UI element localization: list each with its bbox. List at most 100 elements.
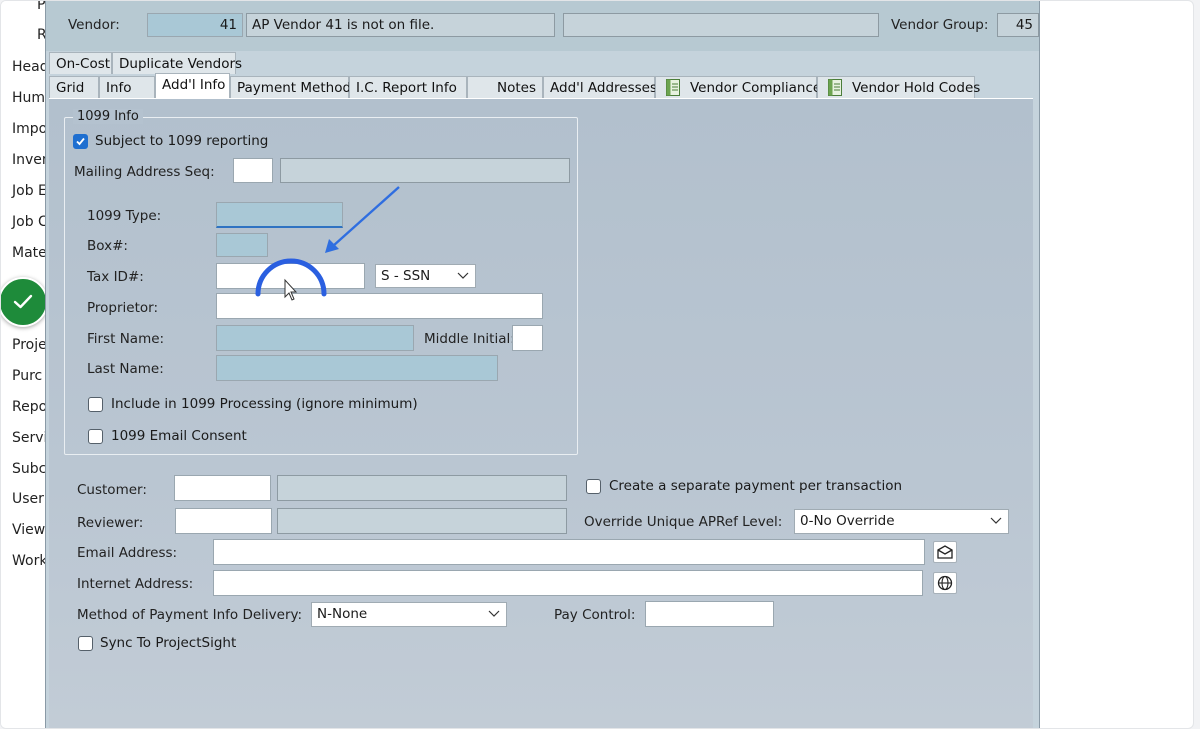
vendor-input[interactable]: 41 [147,13,243,37]
nav-item[interactable]: Purc [12,368,42,384]
last-name-input[interactable] [216,355,498,381]
middle-initial-label: Middle Initial: [424,331,515,347]
vendor-group-input[interactable]: 45 [997,13,1039,37]
box-number-input[interactable] [216,233,268,257]
tab-label: Vendor Compliance [690,80,822,96]
vendor-extra-field [563,13,879,37]
document-icon [828,79,842,96]
tax-id-label: Tax ID#: [87,269,144,285]
payment-delivery-label: Method of Payment Info Delivery: [77,607,303,623]
internet-address-label: Internet Address: [77,576,194,592]
subject-1099-label: Subject to 1099 reporting [95,133,269,149]
email-consent-label: 1099 Email Consent [111,428,247,444]
checkmark-icon [76,137,85,146]
tax-id-input[interactable] [216,263,365,289]
tab-duplicate-vendors[interactable]: Duplicate Vendors [112,52,242,74]
nav-item[interactable]: Mate [12,245,45,261]
nav-item[interactable]: Subc [12,461,45,477]
reviewer-desc [277,508,567,534]
pay-control-input[interactable] [645,601,774,627]
tab-ic-report-info[interactable]: I.C. Report Info [349,76,467,98]
email-address-input[interactable] [213,539,925,565]
tab-label: Vendor Hold Codes [852,80,981,96]
override-apref-select[interactable]: 0-No Override [794,509,1009,534]
chevron-down-icon [488,610,500,617]
mailing-address-desc [280,158,570,183]
nav-item[interactable]: Repo [12,399,45,415]
left-nav: P R Head Hum Impo Inven Job E Job C Mate… [1,1,45,728]
nav-item[interactable]: User [12,491,44,507]
vendor-window: Vendor: 41 AP Vendor 41 is not on file. … [45,1,1040,728]
nav-item[interactable]: Servi [12,430,45,446]
main-tabs: Grid Info Add'l Info Payment Method I.C.… [49,73,1033,99]
internet-address-input[interactable] [213,570,923,596]
nav-item[interactable]: Inven [12,152,45,168]
vendor-header: Vendor: 41 AP Vendor 41 is not on file. … [46,1,1039,51]
include-1099-checkbox[interactable] [88,397,103,412]
proprietor-label: Proprietor: [87,300,159,316]
vendor-label: Vendor: [68,17,120,33]
check-badge-icon [1,277,48,327]
box-number-label: Box#: [87,238,128,254]
addl-info-panel: 1099 Info Subject to 1099 reporting Mail… [49,98,1033,728]
mailing-address-label: Mailing Address Seq: [74,164,215,180]
tab-vendor-hold-codes[interactable]: Vendor Hold Codes [817,76,980,98]
vendor-description: AP Vendor 41 is not on file. [246,13,555,37]
type-1099-input[interactable] [216,202,343,228]
mailing-address-seq-input[interactable] [233,158,273,183]
middle-initial-input[interactable] [512,325,543,351]
customer-desc [277,475,567,501]
nav-item[interactable]: R [37,27,45,43]
tab-info[interactable]: Info [99,76,155,98]
nav-item[interactable]: Head [12,59,45,75]
nav-item[interactable]: Proje [12,337,45,353]
screenshot-frame: P R Head Hum Impo Inven Job E Job C Mate… [0,0,1194,729]
customer-label: Customer: [77,482,147,498]
nav-item[interactable]: Impo [12,121,45,137]
vendor-group-label: Vendor Group: [891,17,989,33]
info-1099-group: 1099 Info Subject to 1099 reporting Mail… [64,109,578,455]
email-address-label: Email Address: [77,545,178,561]
tab-grid[interactable]: Grid [49,76,99,98]
tab-payment-method[interactable]: Payment Method [230,76,351,98]
nav-item[interactable]: View [12,522,45,538]
nav-item[interactable]: Hum [12,90,45,106]
reviewer-label: Reviewer: [77,515,144,531]
payment-delivery-select[interactable]: N-None [311,602,507,627]
top-tabs: On-Cost Duplicate Vendors [49,52,249,75]
type-1099-label: 1099 Type: [87,208,162,224]
first-name-input[interactable] [216,325,414,351]
customer-input[interactable] [174,475,271,501]
tab-addl-addresses[interactable]: Add'l Addresses [543,76,657,98]
reviewer-input[interactable] [175,508,272,534]
separate-payment-label: Create a separate payment per transactio… [609,478,903,494]
nav-item[interactable]: Work [12,553,45,569]
include-1099-label: Include in 1099 Processing (ignore minim… [111,396,418,412]
sync-projectsight-checkbox[interactable] [78,636,93,651]
payment-delivery-value: N-None [317,606,368,622]
nav-item[interactable]: Job E [12,183,45,199]
info-1099-title: 1099 Info [73,109,143,124]
subject-1099-checkbox[interactable] [73,134,88,149]
first-name-label: First Name: [87,331,165,347]
tab-on-cost[interactable]: On-Cost [49,52,112,74]
override-apref-label: Override Unique APRef Level: [584,514,783,530]
document-icon [666,79,680,96]
tab-notes[interactable]: Notes [467,76,543,98]
globe-icon [937,575,953,591]
last-name-label: Last Name: [87,361,164,377]
nav-item[interactable]: Job C [12,214,45,230]
tab-vendor-compliance[interactable]: Vendor Compliance [655,76,821,98]
globe-button[interactable] [933,572,957,594]
email-consent-checkbox[interactable] [88,429,103,444]
tax-id-type-value: S - SSN [381,268,431,284]
tab-addl-info[interactable]: Add'l Info [155,73,230,98]
chevron-down-icon [990,517,1002,524]
nav-item[interactable]: P [37,1,45,13]
proprietor-input[interactable] [216,293,543,319]
separate-payment-checkbox[interactable] [586,479,601,494]
tax-id-type-select[interactable]: S - SSN [375,264,476,288]
envelope-icon [937,545,953,559]
override-apref-value: 0-No Override [800,513,895,529]
email-button[interactable] [933,541,957,563]
